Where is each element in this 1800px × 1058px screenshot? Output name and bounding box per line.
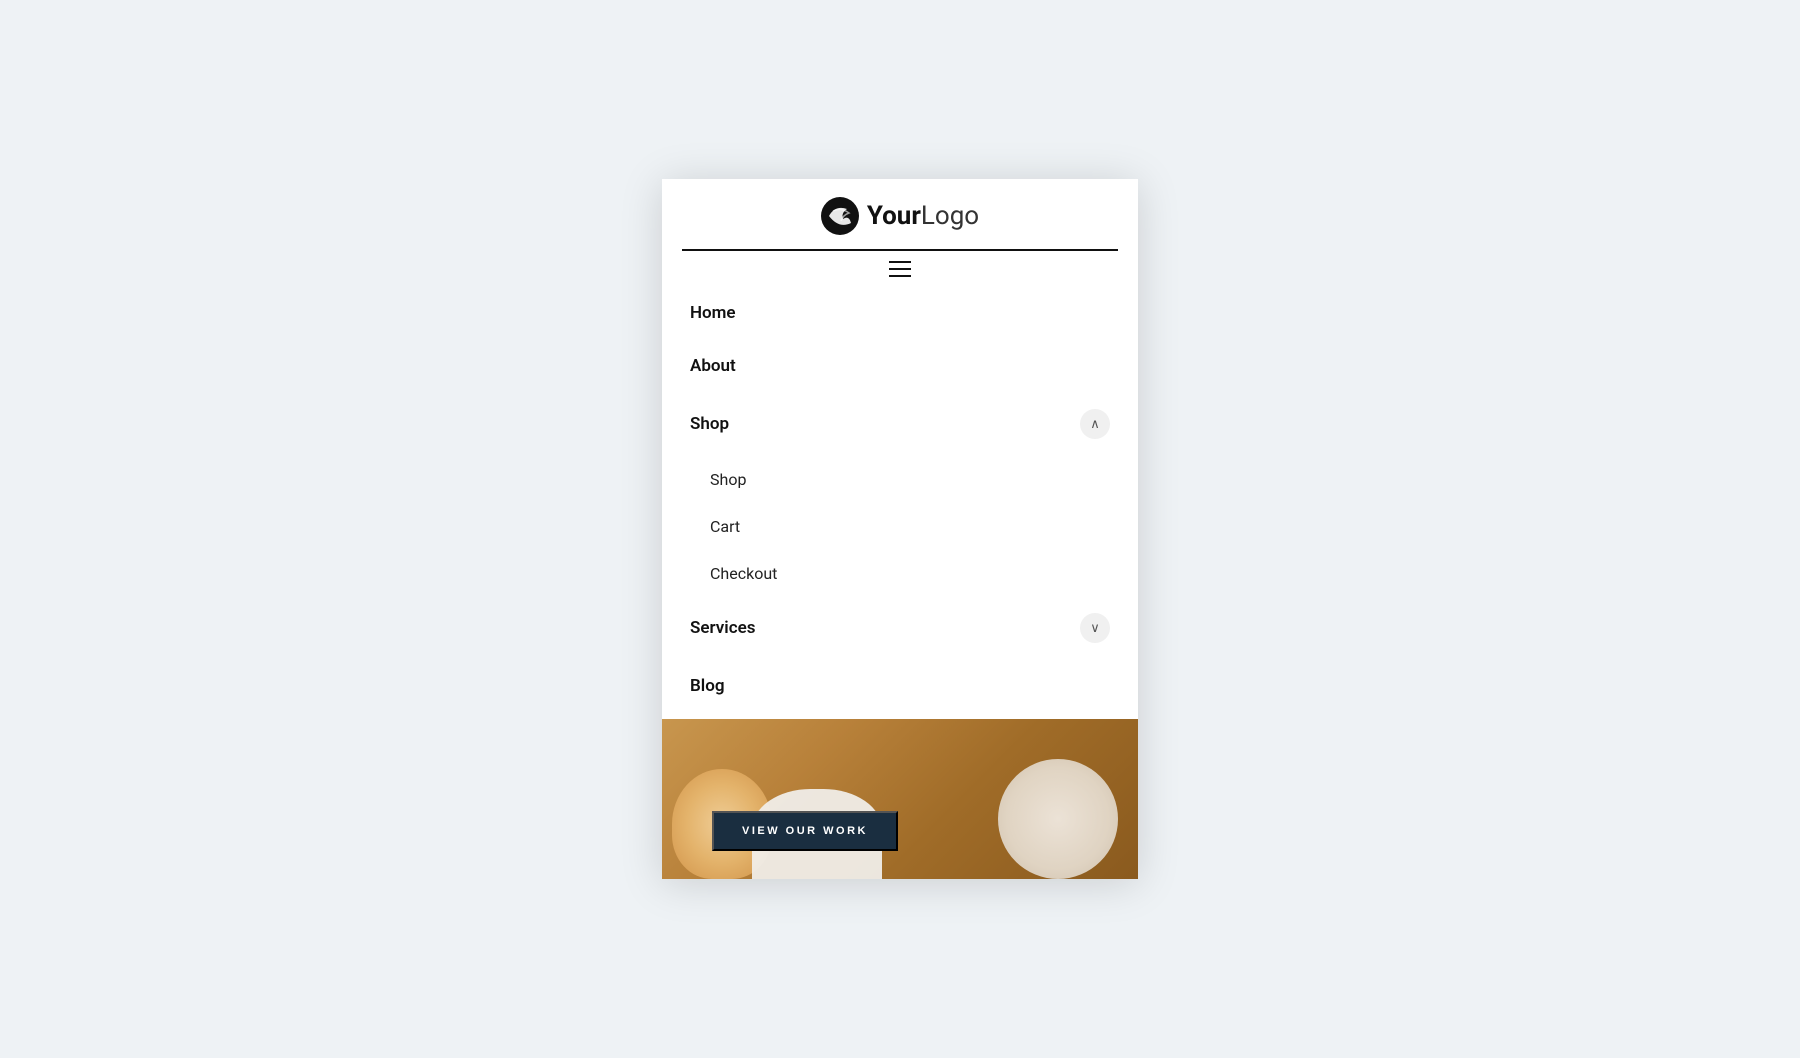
nav-label-blog: Blog [690, 676, 725, 696]
nav-label-shop: Shop [690, 414, 729, 434]
nav-item-about[interactable]: About [662, 340, 1138, 393]
cushion-right-decoration [998, 759, 1118, 879]
hamburger-bar [682, 249, 1118, 287]
hero-background [662, 719, 1138, 879]
nav-subitem-cart[interactable]: Cart [662, 503, 1138, 550]
nav-subitem-shop[interactable]: Shop [662, 456, 1138, 503]
nav-item-contact[interactable]: Contact [662, 713, 1138, 719]
nav-subitem-checkout[interactable]: Checkout [662, 550, 1138, 597]
shop-toggle-icon[interactable]: ∧ [1080, 409, 1110, 439]
nav-item-blog[interactable]: Blog [662, 660, 1138, 713]
logo-text: YourLogo [867, 201, 979, 231]
nav-menu: Home About Shop ∧ Shop Cart Checkout Ser… [662, 287, 1138, 719]
hamburger-button[interactable] [889, 261, 911, 277]
logo: YourLogo [821, 197, 979, 235]
cta-button[interactable]: VIEW OUR WORK [712, 811, 898, 851]
phone-frame: YourLogo Home About Shop ∧ Shop [662, 179, 1138, 879]
nav-item-services[interactable]: Services ∨ [662, 597, 1138, 660]
header: YourLogo [662, 179, 1138, 287]
nav-sublabel-checkout: Checkout [710, 564, 777, 583]
logo-icon [821, 197, 859, 235]
hero-section: VIEW OUR WORK [662, 719, 1138, 879]
nav-item-home[interactable]: Home [662, 287, 1138, 340]
nav-sublabel-cart: Cart [710, 517, 740, 536]
nav-label-home: Home [690, 303, 736, 323]
nav-label-about: About [690, 356, 736, 376]
services-toggle-icon[interactable]: ∨ [1080, 613, 1110, 643]
nav-label-services: Services [690, 618, 755, 638]
nav-item-shop[interactable]: Shop ∧ [662, 393, 1138, 456]
nav-sublabel-shop: Shop [710, 470, 746, 489]
